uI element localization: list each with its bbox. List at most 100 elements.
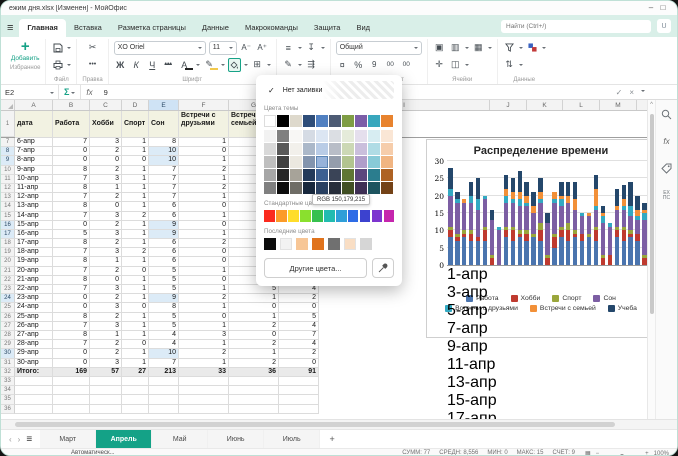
tint-swatch[interactable] xyxy=(329,182,341,194)
recent-color-swatch[interactable] xyxy=(264,238,276,250)
cell[interactable] xyxy=(279,377,319,386)
name-box-caret[interactable] xyxy=(50,92,54,96)
cell[interactable]: 0 xyxy=(53,359,90,368)
cell[interactable]: 1 xyxy=(179,303,229,312)
insert-row-icon[interactable]: ▥ xyxy=(449,41,462,55)
cell[interactable]: 7 xyxy=(53,138,90,147)
cell[interactable]: 0 xyxy=(179,221,229,230)
cell[interactable]: 8 xyxy=(53,184,90,193)
cell[interactable]: 91 xyxy=(279,368,319,377)
freeze-icon[interactable]: ▣ xyxy=(433,41,446,55)
save-icon[interactable] xyxy=(51,41,64,55)
cell[interactable]: 21-апр xyxy=(15,276,53,285)
menu-tab-Защита[interactable]: Защита xyxy=(306,19,349,37)
cell[interactable]: 6-апр xyxy=(15,138,53,147)
cell[interactable]: 1 xyxy=(122,202,149,211)
cell[interactable]: 0 xyxy=(179,147,229,156)
tint-swatch[interactable] xyxy=(368,156,380,168)
cell[interactable]: 0 xyxy=(179,257,229,266)
tint-swatch[interactable] xyxy=(329,130,341,142)
cell[interactable]: 0 xyxy=(122,340,149,349)
tint-swatch[interactable] xyxy=(355,156,367,168)
header-cell[interactable]: Спорт xyxy=(122,111,149,138)
merge-cells-icon[interactable]: ◫ xyxy=(449,58,462,72)
tint-swatch[interactable] xyxy=(316,156,328,168)
cell[interactable] xyxy=(149,386,179,395)
print-dropdown-caret[interactable] xyxy=(67,64,71,68)
cell[interactable] xyxy=(229,405,279,414)
cell[interactable]: 7 xyxy=(53,322,90,331)
tint-swatch[interactable] xyxy=(277,169,289,181)
percent-format-icon[interactable]: % xyxy=(352,58,365,72)
tint-swatch[interactable] xyxy=(368,182,380,194)
cell[interactable]: 5 xyxy=(53,230,90,239)
cell[interactable]: 9 xyxy=(149,294,179,303)
cell[interactable] xyxy=(179,386,229,395)
recent-color-swatch[interactable] xyxy=(360,238,372,250)
cell[interactable]: 1 xyxy=(179,322,229,331)
cell[interactable]: 20-апр xyxy=(15,267,53,276)
cell[interactable]: 1 xyxy=(122,230,149,239)
cell[interactable]: 0 xyxy=(90,202,122,211)
cell[interactable]: 7 xyxy=(53,175,90,184)
fit-selection-icon[interactable]: ▦ xyxy=(585,450,591,456)
tint-swatch[interactable] xyxy=(368,143,380,155)
cell[interactable]: 2 xyxy=(229,322,279,331)
font-color-caret[interactable] xyxy=(196,64,200,68)
add-sheet-button[interactable]: + xyxy=(320,430,344,448)
cell[interactable]: 2 xyxy=(122,248,149,257)
align-icon[interactable]: ≡ xyxy=(282,41,295,55)
sheet-list-icon[interactable]: ≡ xyxy=(26,434,32,445)
recent-color-swatch[interactable] xyxy=(280,238,292,250)
cell[interactable]: 2 xyxy=(179,166,229,175)
row-number[interactable]: 26 xyxy=(1,313,15,322)
cell[interactable]: 1 xyxy=(122,313,149,322)
cell[interactable]: 1 xyxy=(122,331,149,340)
merge-caret[interactable] xyxy=(465,64,469,68)
cell[interactable]: Итого: xyxy=(15,368,53,377)
tint-swatch[interactable] xyxy=(316,130,328,142)
other-colors-button[interactable]: Другие цвета... xyxy=(264,258,367,278)
tint-swatch[interactable] xyxy=(303,156,315,168)
header-cell[interactable]: Встречи с друзьями xyxy=(179,111,229,138)
horizontal-scroll-thumb[interactable] xyxy=(15,422,615,427)
save-dropdown-caret[interactable] xyxy=(67,47,71,51)
cell[interactable]: 1 xyxy=(179,175,229,184)
chart[interactable]: Распределение времени 051015202530 1-апр… xyxy=(426,139,647,338)
cell[interactable]: 3 xyxy=(90,175,122,184)
header-cell[interactable]: дата xyxy=(15,111,53,138)
cell[interactable]: 10 xyxy=(149,349,179,358)
row-number[interactable]: 20 xyxy=(1,257,15,266)
add-button[interactable]: + Добавить xyxy=(11,40,40,64)
column-header-D[interactable]: D xyxy=(122,100,149,110)
cell[interactable]: 0 xyxy=(279,303,319,312)
row-number[interactable]: 1 xyxy=(1,111,15,137)
cell[interactable]: 3 xyxy=(90,359,122,368)
cell[interactable]: 7 xyxy=(149,166,179,175)
cell[interactable]: 1 xyxy=(122,221,149,230)
cell[interactable]: 3 xyxy=(90,285,122,294)
cell[interactable]: 0 xyxy=(90,156,122,165)
user-badge[interactable]: U xyxy=(657,19,671,33)
row-number[interactable]: 31 xyxy=(1,359,15,368)
tint-swatch[interactable] xyxy=(264,143,276,155)
insert-table-caret[interactable] xyxy=(488,47,492,51)
cond-format-caret[interactable] xyxy=(542,47,546,51)
cell[interactable] xyxy=(90,377,122,386)
cell[interactable]: 7 xyxy=(53,267,90,276)
cell[interactable]: 36 xyxy=(229,368,279,377)
insert-row-caret[interactable] xyxy=(465,47,469,51)
filter-icon[interactable] xyxy=(503,41,516,55)
cell[interactable]: 8 xyxy=(149,303,179,312)
recent-color-swatch[interactable] xyxy=(328,238,340,250)
tint-swatch[interactable] xyxy=(316,169,328,181)
cell[interactable]: 1 xyxy=(122,349,149,358)
standard-color-swatch[interactable] xyxy=(312,210,323,222)
cell[interactable]: 9 xyxy=(149,221,179,230)
insert-table-icon[interactable]: ▦ xyxy=(472,41,485,55)
cell[interactable]: 16-апр xyxy=(15,230,53,239)
cell[interactable]: 24-апр xyxy=(15,303,53,312)
cell[interactable]: 6 xyxy=(149,212,179,221)
cell[interactable]: 8 xyxy=(53,276,90,285)
cell[interactable]: 2 xyxy=(90,147,122,156)
